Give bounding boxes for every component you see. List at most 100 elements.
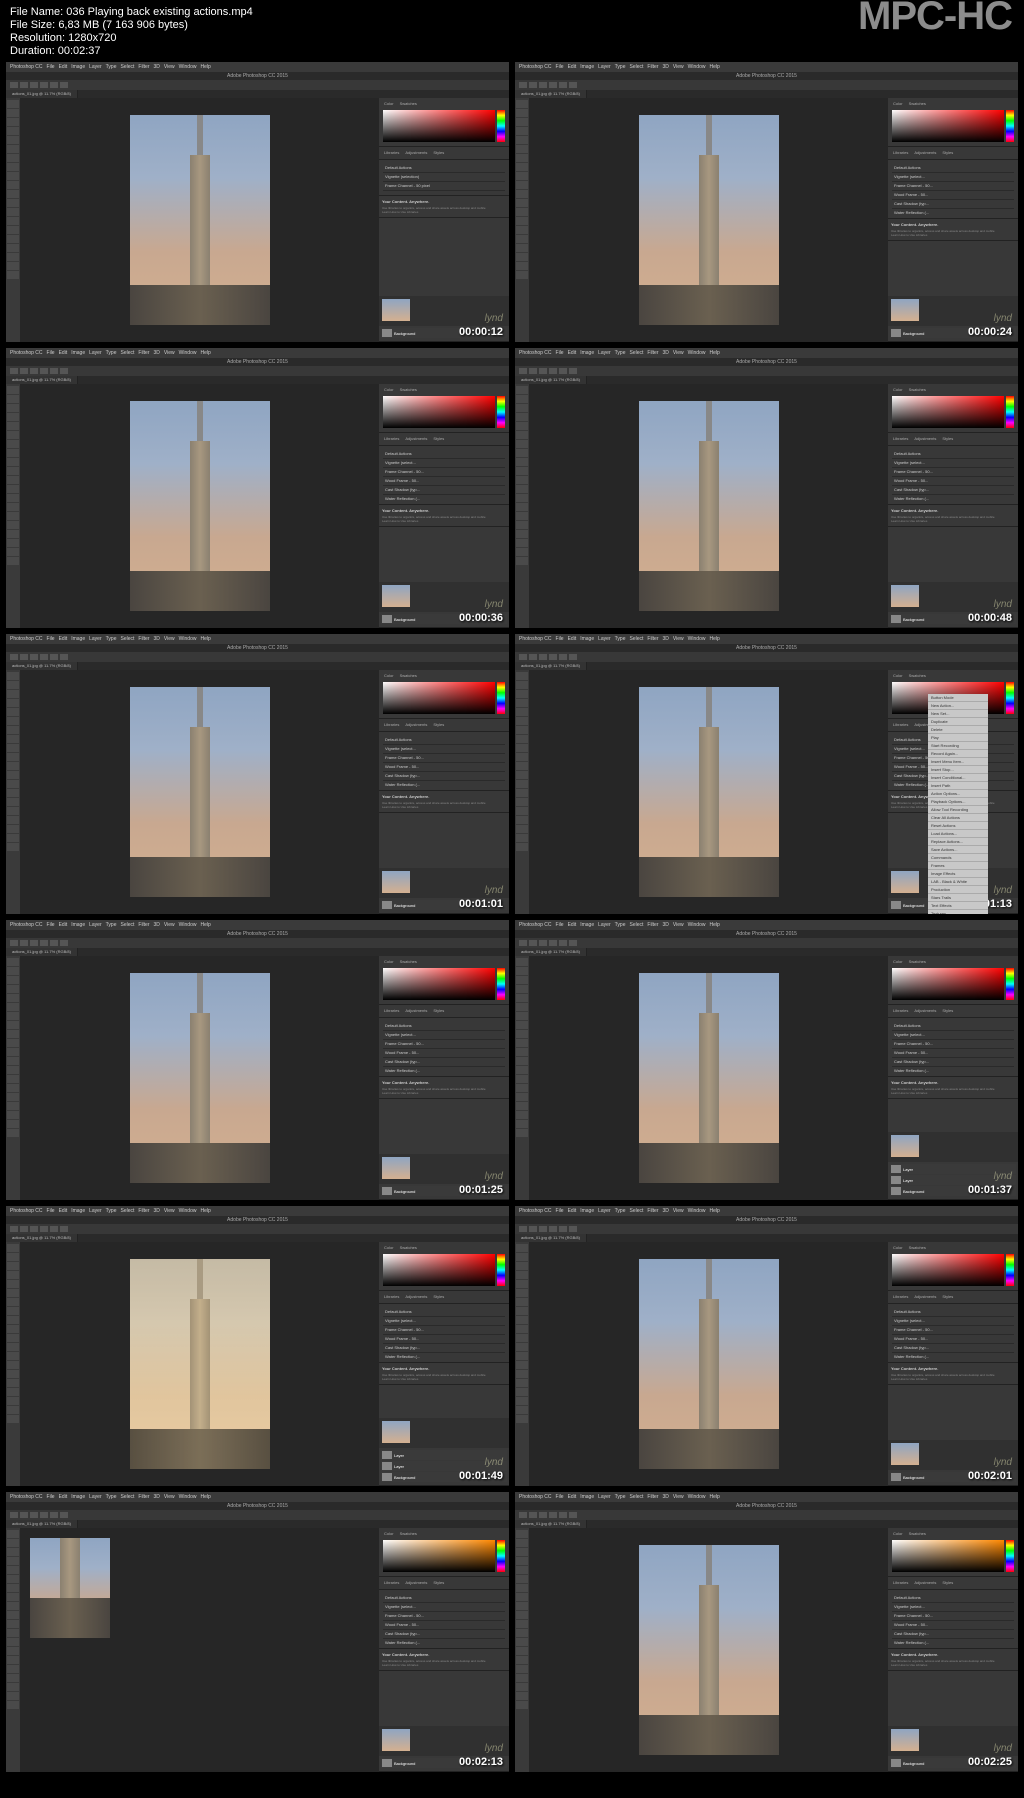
- menu-item[interactable]: Layer: [89, 1208, 102, 1214]
- tool-icon[interactable]: [516, 958, 528, 966]
- action-item[interactable]: Vignette (select...: [383, 745, 505, 754]
- menu-item[interactable]: Insert Path: [928, 782, 988, 790]
- tool-icon[interactable]: [516, 1701, 528, 1709]
- tool-icon[interactable]: [7, 1629, 19, 1637]
- video-thumbnail[interactable]: Photoshop CCFileEditImageLayerTypeSelect…: [515, 920, 1018, 1200]
- tool-icon[interactable]: [516, 521, 528, 529]
- tool-icon[interactable]: [7, 1280, 19, 1288]
- menu-item[interactable]: View: [673, 350, 684, 356]
- tool-icon[interactable]: [7, 521, 19, 529]
- menu-item[interactable]: Save Actions...: [928, 846, 988, 854]
- menu-item[interactable]: Button Mode: [928, 694, 988, 702]
- menu-item[interactable]: View: [164, 64, 175, 70]
- panel-tab[interactable]: Styles: [430, 1007, 447, 1015]
- tool-option-icon[interactable]: [30, 368, 38, 374]
- panel-tab[interactable]: Swatches: [397, 1244, 420, 1252]
- tool-icon[interactable]: [516, 1629, 528, 1637]
- panel-tab[interactable]: Color: [890, 386, 906, 394]
- video-thumbnail[interactable]: Photoshop CCFileEditImageLayerTypeSelect…: [6, 62, 509, 342]
- tool-icon[interactable]: [516, 1120, 528, 1128]
- tool-icon[interactable]: [7, 413, 19, 421]
- menu-item[interactable]: Layer: [598, 636, 611, 642]
- document-tab[interactable]: actions_01.jpg @ 11.7% (RGB/8): [6, 662, 78, 670]
- tool-option-icon[interactable]: [20, 82, 28, 88]
- panel-tab[interactable]: Adjustments: [402, 1579, 430, 1587]
- menu-item[interactable]: View: [164, 350, 175, 356]
- action-item[interactable]: Water Reflection (...: [892, 495, 1014, 502]
- menu-item[interactable]: Reset Actions: [928, 822, 988, 830]
- canvas-area[interactable]: [529, 1528, 888, 1772]
- tool-icon[interactable]: [7, 753, 19, 761]
- menu-item[interactable]: View: [164, 1494, 175, 1500]
- panel-tab[interactable]: Styles: [939, 1007, 956, 1015]
- menu-item[interactable]: Photoshop CC: [10, 1494, 43, 1500]
- action-item[interactable]: Frame Channel - 50...: [383, 754, 505, 763]
- color-picker[interactable]: [381, 1538, 507, 1574]
- tool-icon[interactable]: [7, 985, 19, 993]
- canvas-area[interactable]: [529, 1242, 888, 1486]
- tool-icon[interactable]: [7, 843, 19, 851]
- action-item[interactable]: Vignette (select...: [383, 1317, 505, 1326]
- action-item[interactable]: Vignette (select...: [383, 459, 505, 468]
- tool-icon[interactable]: [516, 1665, 528, 1673]
- panel-tab[interactable]: Adjustments: [402, 435, 430, 443]
- tool-icon[interactable]: [516, 163, 528, 171]
- tool-option-icon[interactable]: [40, 368, 48, 374]
- tool-icon[interactable]: [516, 100, 528, 108]
- menu-item[interactable]: Edit: [568, 1494, 577, 1500]
- tool-icon[interactable]: [7, 1593, 19, 1601]
- panel-tab[interactable]: Styles: [430, 721, 447, 729]
- tool-icon[interactable]: [516, 1012, 528, 1020]
- tool-icon[interactable]: [516, 208, 528, 216]
- document-tab[interactable]: actions_01.jpg @ 11.7% (RGB/8): [6, 948, 78, 956]
- tool-icon[interactable]: [7, 744, 19, 752]
- menu-item[interactable]: Photoshop CC: [10, 64, 43, 70]
- panel-tab[interactable]: Styles: [939, 149, 956, 157]
- menu-item[interactable]: Layer: [89, 922, 102, 928]
- tool-icon[interactable]: [516, 708, 528, 716]
- tool-icon[interactable]: [7, 1566, 19, 1574]
- video-thumbnail[interactable]: Photoshop CCFileEditImageLayerTypeSelect…: [515, 634, 1018, 914]
- action-item[interactable]: Vignette (select...: [383, 1031, 505, 1040]
- menu-item[interactable]: Select: [629, 1208, 643, 1214]
- action-item[interactable]: Frame Channel - 50 pixel: [383, 182, 505, 191]
- menu-item[interactable]: Commands: [928, 854, 988, 862]
- panel-tab[interactable]: Swatches: [397, 672, 420, 680]
- menu-item[interactable]: Edit: [568, 350, 577, 356]
- tool-icon[interactable]: [516, 1334, 528, 1342]
- color-picker[interactable]: [381, 680, 507, 716]
- menu-item[interactable]: Filter: [647, 1208, 658, 1214]
- canvas-area[interactable]: [20, 956, 379, 1200]
- menu-item[interactable]: Window: [688, 636, 706, 642]
- tool-icon[interactable]: [516, 1289, 528, 1297]
- color-picker[interactable]: [890, 108, 1016, 144]
- menu-item[interactable]: Clear All Actions: [928, 814, 988, 822]
- tool-option-icon[interactable]: [539, 940, 547, 946]
- menu-item[interactable]: Photoshop CC: [10, 636, 43, 642]
- tool-icon[interactable]: [7, 708, 19, 716]
- action-item[interactable]: Wood Frame - 50...: [383, 1621, 505, 1630]
- action-item[interactable]: Water Reflection (...: [383, 1353, 505, 1360]
- menu-item[interactable]: Select: [120, 350, 134, 356]
- menu-item[interactable]: File: [556, 350, 564, 356]
- tool-icon[interactable]: [7, 834, 19, 842]
- panel-tab[interactable]: Styles: [430, 1579, 447, 1587]
- tool-icon[interactable]: [516, 244, 528, 252]
- video-thumbnail[interactable]: Photoshop CCFileEditImageLayerTypeSelect…: [515, 62, 1018, 342]
- document-tab[interactable]: actions_01.jpg @ 11.7% (RGB/8): [6, 1234, 78, 1242]
- action-item[interactable]: Default Actions: [892, 1594, 1014, 1603]
- panel-tab[interactable]: Color: [890, 958, 906, 966]
- action-item[interactable]: Wood Frame - 50...: [383, 477, 505, 486]
- menu-item[interactable]: Help: [200, 1208, 210, 1214]
- panel-tab[interactable]: Swatches: [397, 100, 420, 108]
- learn-link[interactable]: Learn How to Use Libraries: [382, 1663, 506, 1667]
- tool-icon[interactable]: [516, 1557, 528, 1565]
- menu-item[interactable]: Image: [580, 636, 594, 642]
- tool-icon[interactable]: [7, 1557, 19, 1565]
- tool-icon[interactable]: [7, 271, 19, 279]
- tool-option-icon[interactable]: [20, 940, 28, 946]
- tool-icon[interactable]: [7, 726, 19, 734]
- menu-item[interactable]: Filter: [647, 636, 658, 642]
- canvas-area[interactable]: [529, 98, 888, 342]
- menu-item[interactable]: Window: [688, 350, 706, 356]
